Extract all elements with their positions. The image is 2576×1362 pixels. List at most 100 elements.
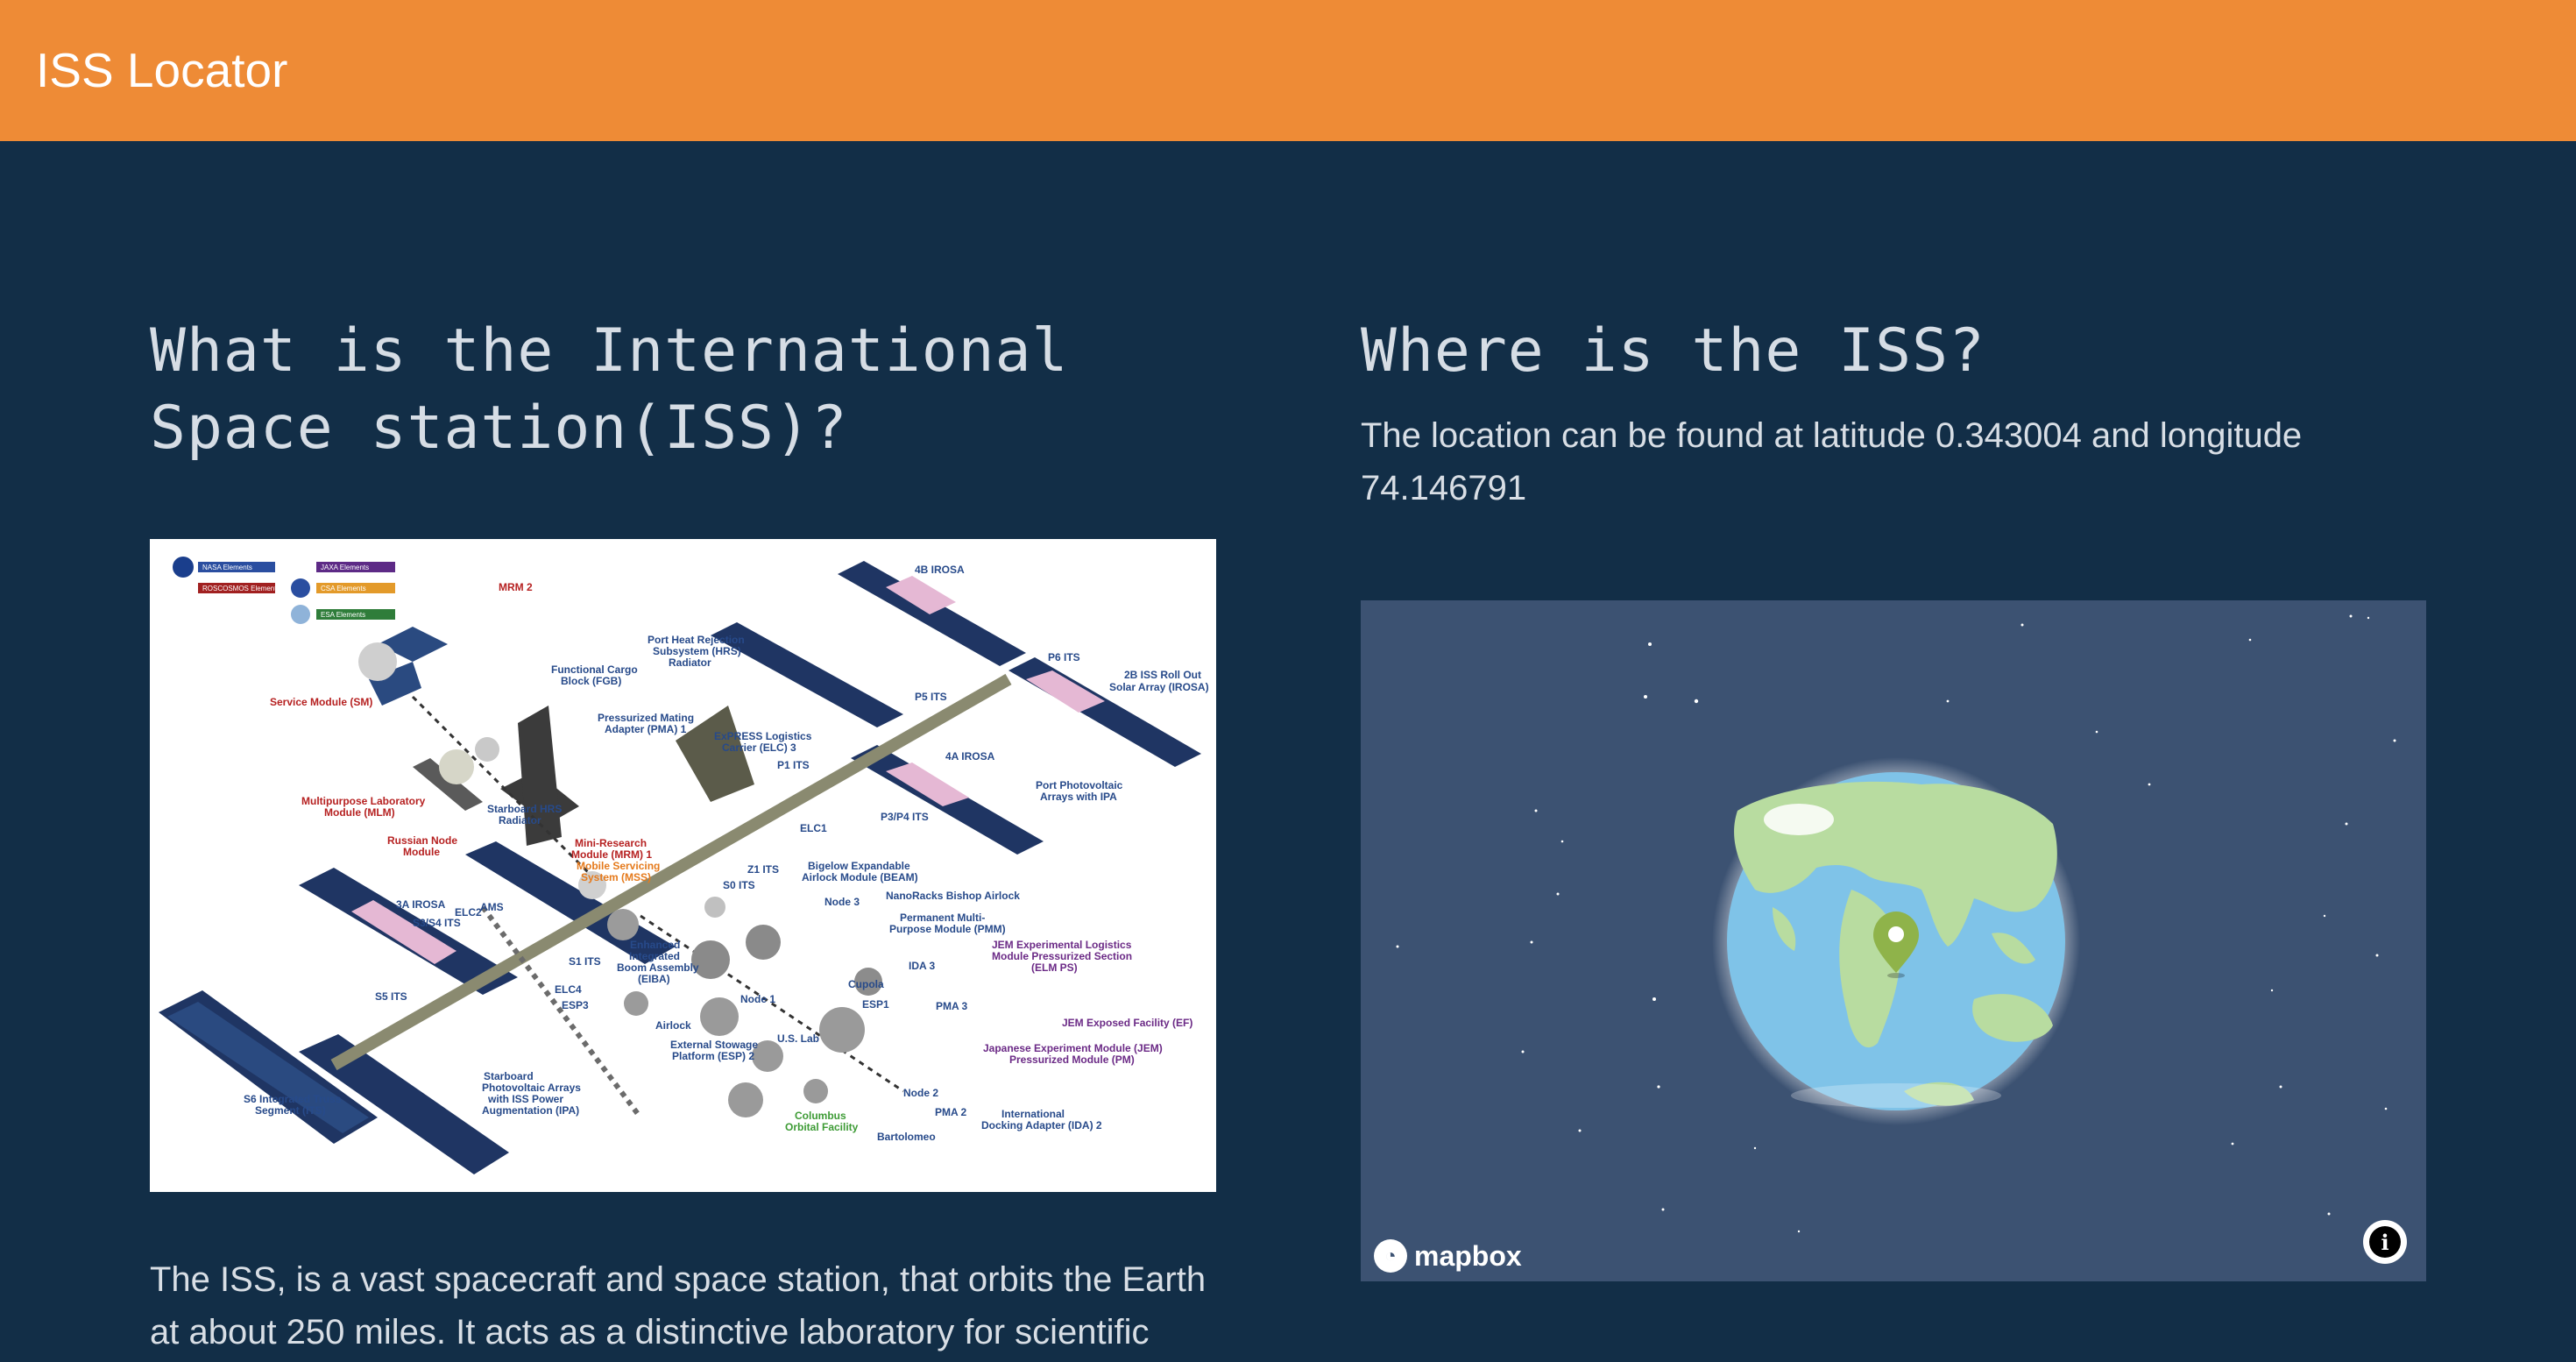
- diagram-label: Permanent Multi-: [900, 912, 985, 924]
- mapbox-logo[interactable]: ◔ mapbox: [1374, 1239, 1522, 1273]
- legend-esa: ESA Elements: [321, 611, 365, 619]
- diagram-label: Multipurpose Laboratory: [301, 795, 426, 807]
- attribution-info-button[interactable]: i: [2363, 1220, 2407, 1264]
- about-heading: What is the International Space station(…: [150, 316, 1069, 463]
- diagram-label: Columbus: [795, 1110, 846, 1122]
- about-description: The ISS, is a vast spacecraft and space …: [150, 1260, 1207, 1351]
- diagram-label: ELC4: [555, 983, 582, 996]
- diagram-label: IDA 3: [909, 960, 936, 972]
- diagram-label: External Stowage: [670, 1039, 758, 1051]
- diagram-label: Bigelow Expandable: [808, 860, 910, 872]
- diagram-label: S3/S4 ITS: [413, 917, 461, 929]
- mapbox-mark-icon: ◔: [1374, 1239, 1407, 1273]
- diagram-label: P3/P4 ITS: [881, 811, 929, 823]
- diagram-label: Adapter (PMA) 1: [605, 723, 687, 735]
- diagram-label: Starboard HRS: [487, 803, 562, 815]
- diagram-label: S0 ITS: [723, 879, 755, 891]
- diagram-label: Arrays with IPA: [1040, 791, 1117, 803]
- diagram-label: Starboard: [484, 1070, 534, 1082]
- location-section: Where is the ISS?: [1361, 313, 2426, 390]
- top-navbar: ISS Locator: [0, 0, 2576, 141]
- diagram-label: ESP3: [562, 999, 589, 1011]
- diagram-label: 4A IROSA: [945, 750, 995, 763]
- iss-diagram-image: NASA Elements ROSCOSMOS Elements JAXA El…: [150, 539, 1216, 1192]
- diagram-label: Airlock: [655, 1019, 691, 1032]
- about-section: What is the International Space station(…: [150, 313, 1219, 467]
- diagram-label: International: [1001, 1108, 1065, 1120]
- legend-roscosmos: ROSCOSMOS Elements: [202, 585, 280, 592]
- diagram-label: Carrier (ELC) 3: [722, 741, 796, 754]
- diagram-label: 3A IROSA: [396, 898, 446, 911]
- diagram-label: Mobile Servicing: [577, 860, 660, 872]
- diagram-label: Boom Assembly: [617, 961, 699, 974]
- location-heading: Where is the ISS?: [1361, 316, 1985, 386]
- diagram-label: PMA 3: [936, 1000, 968, 1012]
- diagram-label: ExPRESS Logistics: [714, 730, 812, 742]
- diagram-label: Orbital Facility: [785, 1121, 859, 1133]
- diagram-label: Purpose Module (PMM): [889, 923, 1006, 935]
- diagram-label: Module Pressurized Section: [992, 950, 1132, 962]
- diagram-label: Russian Node: [387, 834, 457, 847]
- diagram-label: Module (MRM) 1: [571, 848, 652, 861]
- diagram-label: Node 1: [740, 993, 775, 1005]
- diagram-label: MRM 2: [499, 581, 533, 593]
- diagram-label: S5 ITS: [375, 990, 407, 1003]
- diagram-label: Photovoltaic Arrays: [482, 1082, 581, 1094]
- diagram-label: Mini-Research: [575, 837, 647, 849]
- diagram-label: Pressurized Mating: [598, 712, 694, 724]
- diagram-label: Bartolomeo: [877, 1131, 936, 1143]
- diagram-label: Subsystem (HRS): [653, 645, 741, 657]
- diagram-label: Airlock Module (BEAM): [802, 871, 918, 883]
- diagram-label: Port Photovoltaic: [1036, 779, 1123, 791]
- map-view[interactable]: ◔ mapbox i: [1361, 600, 2426, 1281]
- diagram-label: ESP1: [862, 998, 889, 1011]
- info-icon: i: [2369, 1226, 2401, 1258]
- diagram-label: Z1 ITS: [747, 863, 779, 876]
- diagram-label: Integrated: [629, 950, 680, 962]
- brand-title[interactable]: ISS Locator: [36, 42, 287, 98]
- location-coordinates-text: The location can be found at latitude 0.…: [1361, 416, 2303, 507]
- diagram-label: Solar Array (IROSA): [1109, 681, 1209, 693]
- diagram-label: Japanese Experiment Module (JEM): [983, 1042, 1163, 1054]
- diagram-label: Radiator: [669, 656, 711, 669]
- diagram-label: Module (MLM): [324, 806, 395, 819]
- diagram-legend: NASA Elements ROSCOSMOS Elements JAXA El…: [173, 557, 395, 624]
- diagram-label: ELC1: [800, 822, 827, 834]
- diagram-label: U.S. Lab: [777, 1032, 819, 1045]
- diagram-label: Port Heat Rejection: [648, 634, 745, 646]
- legend-jaxa: JAXA Elements: [321, 564, 369, 571]
- diagram-label: Functional Cargo: [551, 663, 638, 676]
- diagram-label: P1 ITS: [777, 759, 810, 771]
- diagram-label: 2B ISS Roll Out: [1124, 669, 1201, 681]
- legend-csa: CSA Elements: [321, 585, 366, 592]
- diagram-label: Radiator: [499, 814, 541, 826]
- diagram-label: Cupola: [848, 978, 884, 990]
- diagram-label: with ISS Power: [487, 1093, 563, 1105]
- diagram-label: Platform (ESP) 2: [672, 1050, 754, 1062]
- diagram-label: Node 2: [903, 1087, 938, 1099]
- diagram-label: AMS: [480, 901, 504, 913]
- diagram-label: 4B IROSA: [915, 564, 965, 576]
- diagram-label: JEM Experimental Logistics: [992, 939, 1132, 951]
- diagram-label: Augmentation (IPA): [482, 1104, 579, 1117]
- diagram-label: NanoRacks Bishop Airlock: [886, 890, 1020, 902]
- diagram-label: System (MSS): [581, 871, 651, 883]
- diagram-label: Node 3: [824, 896, 860, 908]
- diagram-label: S1 ITS: [569, 955, 601, 968]
- diagram-label: (EIBA): [638, 973, 670, 985]
- diagram-label: Segment (ITS): [255, 1104, 326, 1117]
- globe-map-canvas[interactable]: [1361, 600, 2426, 1281]
- diagram-label: Enhanced: [630, 939, 680, 951]
- diagram-label: Docking Adapter (IDA) 2: [981, 1119, 1102, 1131]
- diagram-label: (ELM PS): [1031, 961, 1078, 974]
- diagram-label: Block (FGB): [561, 675, 621, 687]
- diagram-label: JEM Exposed Facility (EF): [1062, 1017, 1192, 1029]
- diagram-label: P6 ITS: [1048, 651, 1080, 663]
- diagram-label: PMA 2: [935, 1106, 967, 1118]
- diagram-label: Pressurized Module (PM): [1009, 1053, 1135, 1066]
- diagram-label: S6 Integrated Truss: [244, 1093, 342, 1105]
- mapbox-logo-text: mapbox: [1414, 1239, 1522, 1272]
- diagram-label: Module: [403, 846, 440, 858]
- diagram-label: Service Module (SM): [270, 696, 372, 708]
- legend-nasa: NASA Elements: [202, 564, 252, 571]
